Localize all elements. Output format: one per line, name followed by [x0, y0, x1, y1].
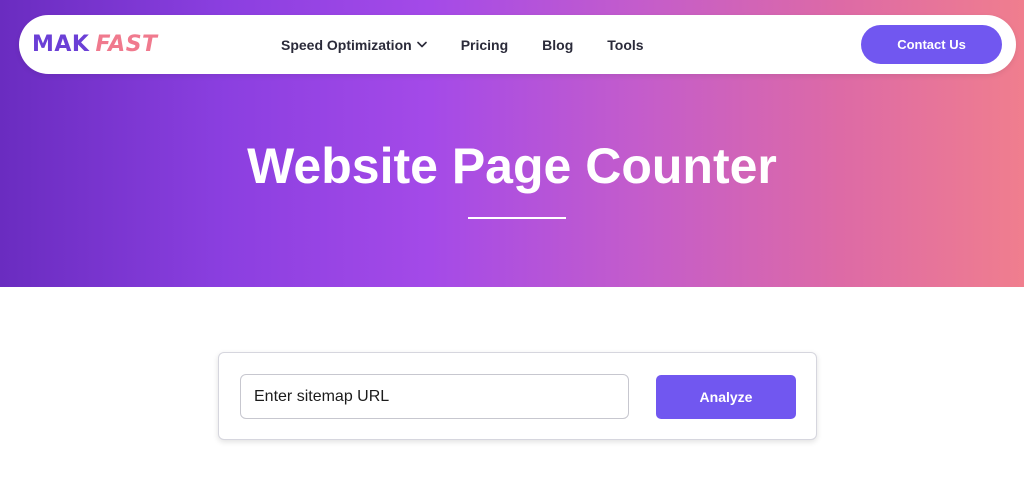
nav-item-label: Tools [607, 36, 644, 53]
sitemap-tool-card: Analyze [218, 352, 817, 440]
top-navbar: MAK FAST Speed Optimization Pricing Blog … [19, 15, 1016, 74]
site-logo[interactable]: MAK FAST [32, 31, 158, 59]
contact-us-button[interactable]: Contact Us [861, 25, 1002, 64]
chevron-down-icon [416, 41, 427, 48]
title-underline-divider [468, 217, 566, 219]
analyze-button[interactable]: Analyze [656, 375, 796, 419]
main-nav: Speed Optimization Pricing Blog Tools [281, 15, 678, 74]
hero-banner: MAK FAST Speed Optimization Pricing Blog … [0, 0, 1024, 287]
nav-item-label: Pricing [460, 36, 509, 53]
sitemap-url-input[interactable] [240, 374, 629, 419]
nav-item-label: Blog [542, 36, 574, 53]
nav-item-speed-optimization[interactable]: Speed Optimization [281, 37, 427, 53]
nav-item-blog[interactable]: Blog [542, 37, 573, 53]
nav-item-label: Speed Optimization [281, 36, 412, 53]
logo-text-fast: FAST [95, 32, 158, 57]
page-title: Website Page Counter [247, 138, 777, 194]
logo-text-mak: MAK [32, 32, 90, 57]
nav-item-tools[interactable]: Tools [607, 37, 643, 53]
nav-item-pricing[interactable]: Pricing [461, 37, 508, 53]
